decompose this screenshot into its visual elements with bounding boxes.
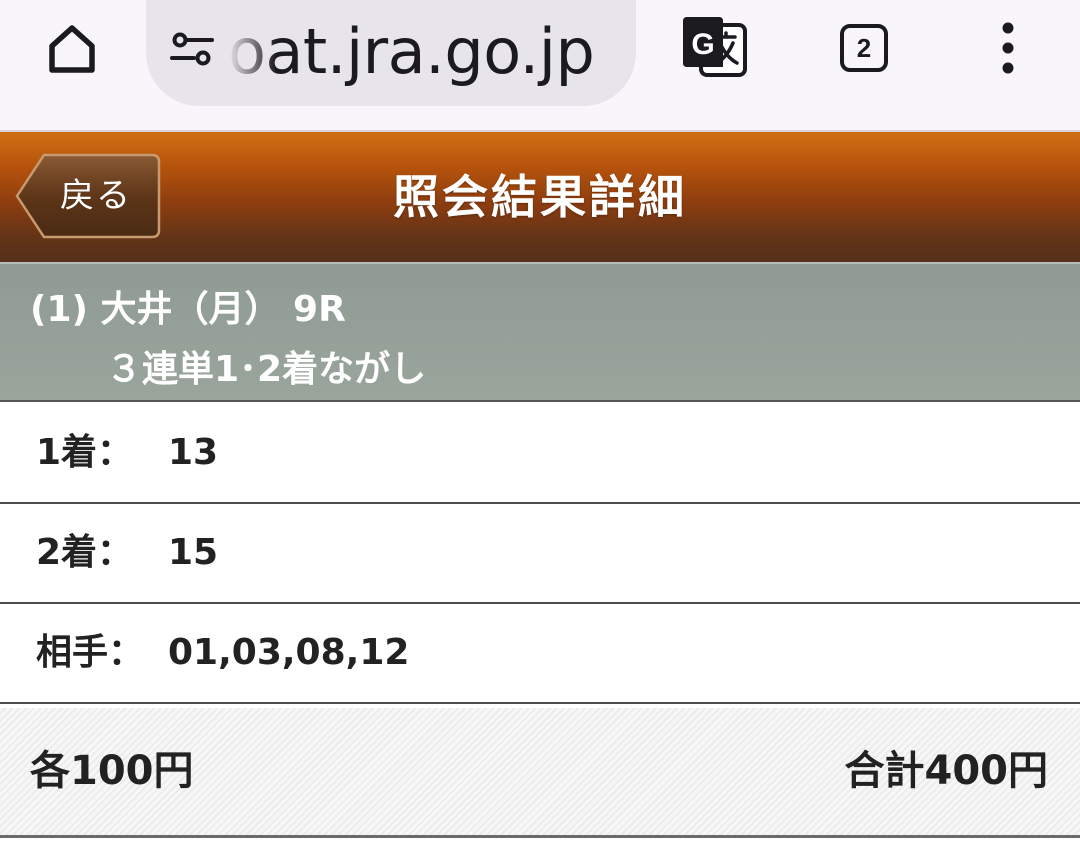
row-value: 13: [168, 432, 219, 473]
row-label: 1着：: [36, 432, 134, 473]
list-item-second-place: 2着： 15: [0, 504, 1080, 604]
back-button[interactable]: 戻る: [14, 152, 162, 240]
home-button[interactable]: [38, 14, 106, 82]
browser-menu-button[interactable]: [984, 14, 1032, 82]
site-settings-button[interactable]: [166, 24, 218, 74]
list-item-partners: 相手： 01,03,08,12: [0, 604, 1080, 704]
page-title: 照会結果詳細: [393, 170, 687, 224]
tune-icon: [170, 32, 214, 66]
amount-per-bet: 各100円: [30, 748, 194, 794]
race-info: (1) 大井（月） 9R ３連単1･2着ながし: [0, 262, 1080, 402]
address-bar[interactable]: oat.jra.go.jp: [146, 0, 636, 106]
list-item-first-place: 1着： 13: [0, 404, 1080, 504]
more-vert-icon: [1002, 22, 1014, 74]
race-venue: (1) 大井（月） 9R: [30, 289, 346, 330]
row-label: 2着：: [36, 532, 134, 573]
row-value: 15: [168, 532, 219, 573]
svg-text:G: G: [691, 28, 714, 61]
row-value: 01,03,08,12: [168, 632, 410, 673]
tab-switcher-button[interactable]: 2: [832, 16, 896, 80]
bet-type: ３連単1･2着ながし: [106, 349, 427, 390]
url-text[interactable]: oat.jra.go.jp: [228, 12, 595, 92]
back-button-label: 戻る: [60, 176, 132, 216]
amount-total: 合計400円: [844, 748, 1049, 794]
bet-amount-summary: 各100円 合計400円: [0, 708, 1080, 838]
tab-count: 2: [840, 24, 888, 72]
row-label: 相手：: [36, 632, 145, 673]
translate-button[interactable]: G: [678, 12, 750, 84]
page-header: 戻る 照会結果詳細: [0, 132, 1080, 262]
browser-toolbar: oat.jra.go.jp G 2: [0, 0, 1080, 132]
translate-icon: G: [683, 17, 747, 77]
home-icon: [49, 25, 95, 73]
